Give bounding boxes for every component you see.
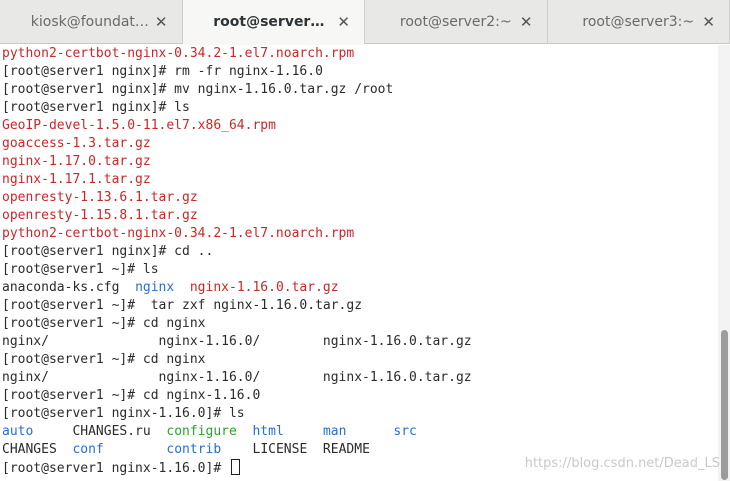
terminal-line: nginx/ nginx-1.16.0/ nginx-1.16.0.tar.gz — [0, 369, 718, 387]
terminal-line: [root@server1 nginx-1.16.0]# ls — [0, 405, 718, 423]
tab-label: root@server2:~ — [399, 14, 512, 30]
terminal-line: anaconda-ks.cfg nginx nginx-1.16.0.tar.g… — [0, 279, 718, 297]
terminal-text: nginx-1.17.1.tar.gz — [2, 172, 151, 187]
terminal-text: GeoIP-devel-1.5.0-11.el7.x86_64.rpm — [2, 118, 276, 133]
tab-label: kiosk@foundati... — [30, 14, 151, 30]
terminal-line: [root@server1 nginx]# ls — [0, 99, 718, 117]
terminal-text: [root@server1 nginx-1.16.0]# ls — [2, 406, 245, 421]
terminal-text: nginx-1.16.0.tar.gz — [189, 280, 339, 295]
close-icon[interactable]: ✕ — [702, 13, 715, 31]
tab-label: root@server3:~ — [582, 14, 695, 30]
tab-label: root@server1:... — [213, 14, 334, 30]
terminal-text: goaccess-1.3.tar.gz — [2, 136, 151, 151]
terminal-line: [root@server1 ~]# cd nginx-1.16.0 — [0, 387, 718, 405]
terminal-text: [root@server1 ~]# tar zxf nginx-1.16.0.t… — [2, 298, 363, 313]
scrollbar-thumb[interactable] — [721, 330, 728, 480]
terminal-text: [root@server1 ~]# cd nginx-1.16.0 — [2, 388, 261, 403]
terminal-text: [root@server1 nginx-1.16.0]# — [2, 461, 229, 476]
terminal-text: openresty-1.13.6.1.tar.gz — [2, 190, 198, 205]
tab-server3[interactable]: root@server3:~ ✕ — [548, 0, 730, 44]
terminal-line: python2-certbot-nginx-0.34.2-1.el7.noarc… — [0, 45, 718, 63]
terminal-text: openresty-1.15.8.1.tar.gz — [2, 208, 198, 223]
terminal-line: [root@server1 ~]# tar zxf nginx-1.16.0.t… — [0, 297, 718, 315]
terminal-line: nginx/ nginx-1.16.0/ nginx-1.16.0.tar.gz — [0, 333, 718, 351]
terminal-text: man — [322, 424, 347, 439]
terminal-text: [root@server1 ~]# cd nginx — [2, 316, 206, 331]
terminal-text: nginx-1.17.0.tar.gz — [2, 154, 151, 169]
tab-bar: kiosk@foundati... ✕ root@server1:... ✕ r… — [0, 0, 730, 45]
tab-server2[interactable]: root@server2:~ ✕ — [365, 0, 548, 44]
terminal-text: python2-certbot-nginx-0.34.2-1.el7.noarc… — [2, 46, 355, 61]
terminal-text: nginx — [135, 280, 175, 295]
terminal-text: python2-certbot-nginx-0.34.2-1.el7.noarc… — [2, 226, 355, 241]
terminal-line: nginx-1.17.1.tar.gz — [0, 171, 718, 189]
terminal-text: [root@server1 ~]# ls — [2, 262, 159, 277]
tab-server1[interactable]: root@server1:... ✕ — [182, 0, 365, 45]
watermark: https://blog.csdn.net/Dead_LS — [524, 456, 720, 471]
terminal-text: nginx/ nginx-1.16.0/ nginx-1.16.0.tar.gz — [2, 334, 472, 349]
terminal-text: html — [252, 424, 284, 439]
text-cursor — [230, 459, 240, 475]
terminal-line: [root@server1 nginx]# rm -fr nginx-1.16.… — [0, 63, 718, 81]
terminal-text: LICENSE README — [221, 442, 370, 457]
terminal-text: [root@server1 nginx]# cd .. — [2, 244, 214, 259]
close-icon[interactable]: ✕ — [337, 13, 350, 31]
terminal-line: nginx-1.17.0.tar.gz — [0, 153, 718, 171]
terminal-text: [root@server1 nginx]# mv nginx-1.16.0.ta… — [2, 82, 394, 97]
terminal-line: python2-certbot-nginx-0.34.2-1.el7.noarc… — [0, 225, 718, 243]
terminal-line: GeoIP-devel-1.5.0-11.el7.x86_64.rpm — [0, 117, 718, 135]
terminal-text: CHANGES.ru — [33, 424, 167, 439]
close-icon[interactable]: ✕ — [155, 13, 168, 31]
terminal-text: [root@server1 nginx]# rm -fr nginx-1.16.… — [2, 64, 323, 79]
terminal-line: [root@server1 nginx]# cd .. — [0, 243, 718, 261]
terminal-line: openresty-1.15.8.1.tar.gz — [0, 207, 718, 225]
terminal-text: anaconda-ks.cfg — [2, 280, 136, 295]
terminal-text: [root@server1 ~]# cd nginx — [2, 352, 206, 367]
scrollbar[interactable] — [718, 45, 730, 481]
terminal-line: [root@server1 nginx]# mv nginx-1.16.0.ta… — [0, 81, 718, 99]
tab-kiosk[interactable]: kiosk@foundati... ✕ — [0, 0, 183, 44]
terminal-text: nginx/ nginx-1.16.0/ nginx-1.16.0.tar.gz — [2, 370, 472, 385]
terminal-line: [root@server1 ~]# ls — [0, 261, 718, 279]
terminal-text: auto — [2, 424, 34, 439]
terminal-output[interactable]: python2-certbot-nginx-0.34.2-1.el7.noarc… — [0, 45, 718, 481]
terminal-line: auto CHANGES.ru configure html man src — [0, 423, 718, 441]
terminal-line: openresty-1.13.6.1.tar.gz — [0, 189, 718, 207]
terminal-line: [root@server1 ~]# cd nginx — [0, 315, 718, 333]
terminal-text: conf — [72, 442, 104, 457]
close-icon[interactable]: ✕ — [520, 13, 533, 31]
terminal-text: src — [393, 424, 417, 439]
terminal-text: contrib — [166, 442, 222, 457]
terminal-text: CHANGES — [2, 442, 73, 457]
terminal-line: [root@server1 ~]# cd nginx — [0, 351, 718, 369]
terminal-text: configure — [166, 424, 237, 439]
terminal-line: goaccess-1.3.tar.gz — [0, 135, 718, 153]
terminal-text: [root@server1 nginx]# ls — [2, 100, 190, 115]
